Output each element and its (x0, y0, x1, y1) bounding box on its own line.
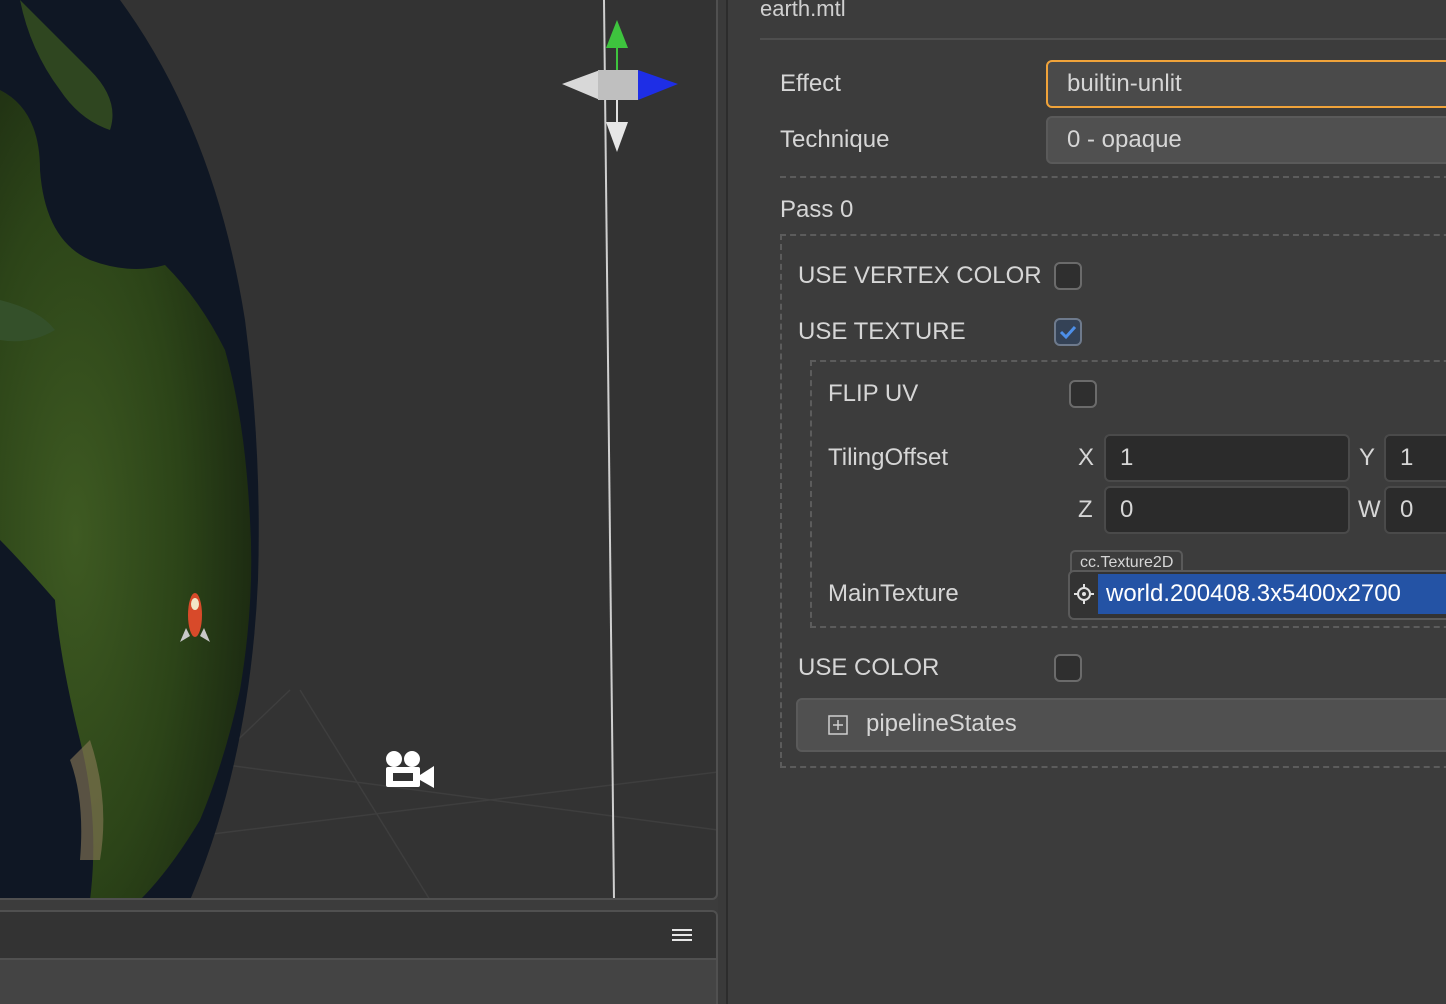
panel-splitter[interactable] (718, 0, 728, 1004)
scene-toolbar (0, 910, 718, 960)
earth-model[interactable] (0, 0, 259, 900)
transform-gizmo-icon[interactable] (562, 20, 678, 152)
offset-z-input[interactable]: 0 (1104, 486, 1350, 534)
tiling-offset-label: TilingOffset (828, 444, 949, 471)
main-texture-label: MainTexture (828, 580, 959, 607)
pass-title: Pass 0 (780, 196, 854, 223)
offset-w-input[interactable]: 0 (1384, 486, 1446, 534)
target-icon[interactable] (1074, 584, 1094, 604)
plus-square-icon (828, 715, 848, 735)
use-color-checkbox[interactable] (1054, 654, 1082, 682)
technique-select[interactable]: 0 - opaque (1046, 116, 1446, 164)
scene-viewport[interactable] (0, 0, 718, 900)
z-axis-label: Z (1078, 496, 1093, 523)
asset-title: earth.mtl (760, 0, 846, 21)
use-texture-label: USE TEXTURE (798, 318, 966, 345)
tiling-x-input[interactable]: 1 (1104, 434, 1350, 482)
effect-label: Effect (780, 70, 841, 97)
pipeline-states-label: pipelineStates (866, 710, 1017, 737)
flip-uv-label: FLIP UV (828, 380, 919, 407)
flip-uv-checkbox[interactable] (1069, 380, 1097, 408)
use-color-label: USE COLOR (798, 654, 940, 681)
y-axis-label: Y (1359, 444, 1376, 471)
section-divider (780, 176, 1446, 178)
x-axis-label: X (1078, 444, 1095, 471)
title-divider (760, 38, 1446, 40)
pipeline-states-foldout[interactable]: pipelineStates (796, 698, 1446, 752)
camera-icon[interactable] (386, 751, 434, 788)
main-texture-value[interactable]: world.200408.3x5400x2700 (1098, 574, 1446, 614)
w-axis-label: W (1358, 496, 1381, 523)
effect-select[interactable]: builtin-unlit (1046, 60, 1446, 108)
use-vertex-color-checkbox[interactable] (1054, 262, 1082, 290)
console-panel (0, 960, 718, 1004)
hamburger-icon[interactable] (672, 926, 692, 944)
technique-label: Technique (780, 126, 890, 153)
use-vertex-color-label: USE VERTEX COLOR (798, 262, 1042, 289)
check-icon (1059, 325, 1077, 340)
use-texture-checkbox[interactable] (1054, 318, 1082, 346)
tiling-y-input[interactable]: 1 (1384, 434, 1446, 482)
inspector-panel: earth.mtl Effect builtin-unlit Technique… (730, 0, 1446, 1004)
